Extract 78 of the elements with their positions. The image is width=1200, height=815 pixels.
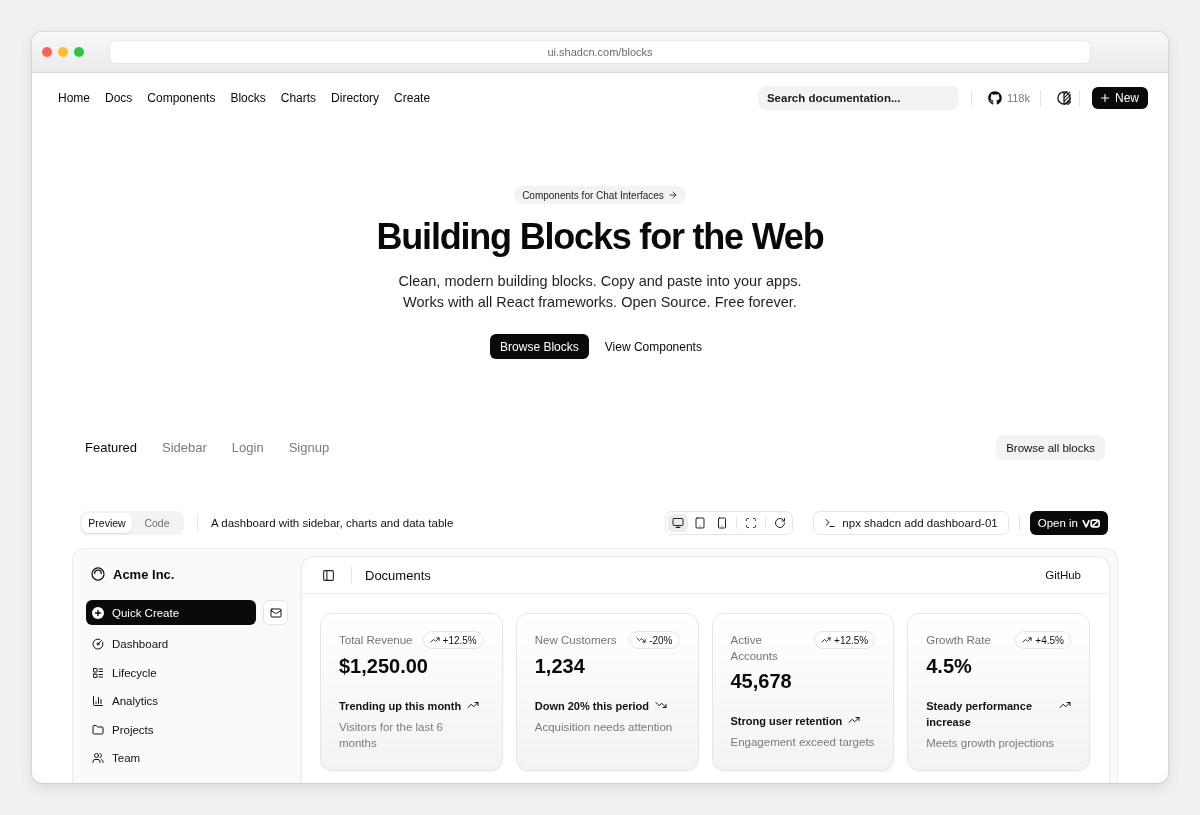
plus-icon (1099, 92, 1111, 104)
stat-summary: Down 20% this period (534, 699, 650, 714)
browse-all-blocks-button[interactable]: Browse all blocks (996, 435, 1105, 460)
browse-blocks-button[interactable]: Browse Blocks (490, 334, 589, 359)
change-badge: +12.5% (814, 631, 876, 649)
stat-summary: Steady performance increase (926, 699, 1033, 730)
block-tab[interactable]: Signup (288, 440, 330, 455)
list-icon (92, 666, 104, 679)
open-in-button[interactable]: Open in (1029, 511, 1108, 535)
terminal-icon (824, 517, 837, 529)
block-tab[interactable]: Login (231, 440, 264, 455)
sidebar-icon (321, 568, 335, 582)
logo-icon (91, 567, 105, 581)
stat-description: Acquisition needs attention (534, 720, 674, 735)
stat-label: New Customers (534, 633, 617, 648)
view-components-button[interactable]: View Components (596, 334, 710, 359)
nav-link[interactable]: Docs (105, 91, 133, 105)
brand-name: Acme Inc. (113, 566, 175, 582)
sidebar-item[interactable]: Dashboard (86, 630, 288, 659)
hero-title: Building Blocks for the Web (376, 215, 824, 259)
new-button[interactable]: New (1092, 87, 1148, 109)
nav-link[interactable]: Components (147, 91, 216, 105)
mail-button[interactable] (263, 600, 288, 625)
folder-icon (92, 723, 104, 736)
nav-link[interactable]: Create (394, 91, 431, 105)
github-button[interactable]: 118k (983, 91, 1034, 105)
tablet-icon (694, 517, 707, 529)
change-badge: +12.5% (422, 631, 484, 649)
stat-value: $1,250.00 (339, 654, 429, 679)
sidebar-item[interactable]: Lifecycle (86, 658, 288, 687)
stat-description: Engagement exceed targets (730, 735, 876, 750)
view-tab[interactable]: Preview (82, 513, 132, 533)
users-icon (92, 752, 104, 765)
stat-summary: Strong user retention (730, 714, 843, 729)
stat-description: Meets growth projections (926, 736, 1056, 751)
nav-link[interactable]: Home (58, 91, 90, 105)
stat-summary: Trending up this month (339, 699, 462, 714)
quick-create-button[interactable]: Quick Create (86, 600, 256, 625)
stat-description: Visitors for the last 6 months (339, 720, 444, 751)
nav-link[interactable]: Directory (331, 91, 380, 105)
sidebar-item[interactable]: Team (86, 744, 288, 773)
bar-chart-icon (92, 695, 104, 708)
close-icon[interactable] (42, 47, 52, 57)
announcement-link[interactable]: Components for Chat Interfaces (514, 186, 686, 204)
desktop-view-button[interactable] (668, 514, 689, 532)
github-link[interactable]: GitHub (1037, 569, 1089, 581)
logo-icon (1082, 518, 1100, 528)
phone-icon (716, 517, 729, 529)
github-icon (987, 91, 1002, 105)
sidebar-item[interactable]: Projects (86, 715, 288, 744)
change-badge: +4.5% (1015, 631, 1071, 649)
stat-label: Total Revenue (339, 633, 413, 648)
nav-link[interactable]: Blocks (230, 91, 266, 105)
gauge-icon (92, 638, 104, 651)
address-bar[interactable]: ui.shadcn.com/blocks (110, 41, 1090, 63)
mail-icon (269, 606, 282, 619)
fullscreen-icon (745, 517, 758, 529)
stat-value: 45,678 (730, 669, 793, 694)
stat-value: 4.5% (926, 654, 973, 679)
refresh-icon (774, 517, 787, 529)
monitor-icon (672, 517, 685, 529)
change-badge: -20% (629, 631, 680, 649)
stat-label: Growth Rate (926, 633, 991, 648)
page-title: Documents (365, 567, 431, 583)
arrow-right-icon (667, 190, 678, 200)
copy-command-button[interactable]: npx shadcn add dashboard-01 (813, 511, 1009, 535)
search-field[interactable]: Search documentation... (757, 86, 959, 110)
block-tab[interactable]: Featured (85, 440, 138, 455)
contrast-icon (1057, 91, 1071, 105)
stat-value: 1,234 (534, 654, 586, 679)
block-description: A dashboard with sidebar, charts and data table (211, 517, 454, 529)
hero-subtitle: Clean, modern building blocks. Copy and paste into your apps. Works with all React frameworks. Open Source. Free forever. (397, 272, 803, 312)
block-tab[interactable]: Sidebar (162, 440, 207, 455)
nav-link[interactable]: Charts (280, 91, 317, 105)
sidebar-item[interactable]: Analytics (86, 687, 288, 716)
plus-circle-icon (92, 606, 104, 619)
view-tab[interactable]: Code (132, 513, 182, 533)
stat-label: Active Accounts (730, 633, 779, 664)
